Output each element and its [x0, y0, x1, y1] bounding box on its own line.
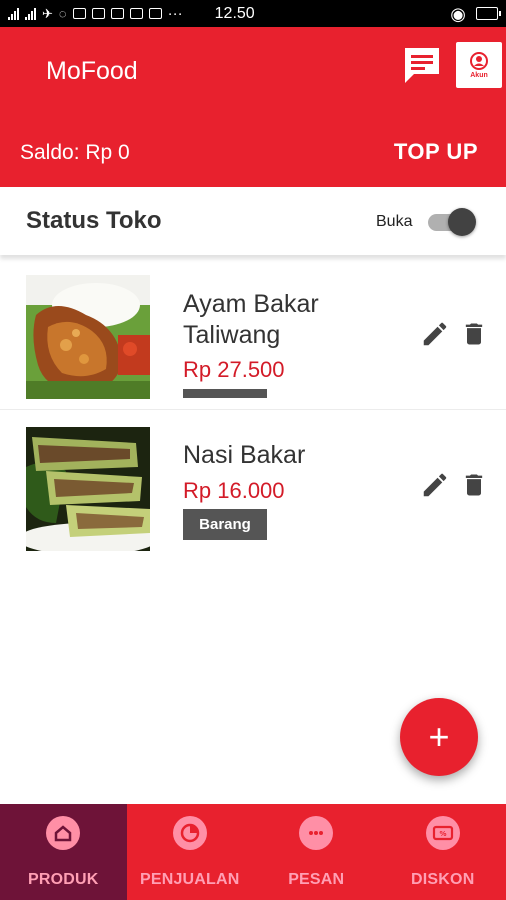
signal-icon-2: [25, 7, 36, 20]
app-bar: MoFood Akun Saldo: Rp 0 TOP UP: [0, 27, 506, 187]
product-name: Nasi Bakar: [183, 441, 306, 469]
nav-item-diskon[interactable]: % DISKON: [380, 804, 506, 900]
product-item: Nasi Bakar Rp 16.000 Barang: [0, 412, 506, 562]
product-name: Ayam Bakar Taliwang: [183, 290, 319, 349]
edit-product-button[interactable]: [420, 319, 450, 349]
product-price: Rp 27.500: [183, 357, 285, 382]
account-icon: [470, 51, 488, 70]
home-icon: [46, 816, 81, 850]
product-image-nasi-bakar[interactable]: [26, 427, 150, 551]
nav-item-pesan[interactable]: PESAN: [253, 804, 380, 900]
product-category-badge: Barang: [183, 509, 267, 540]
trash-icon: [465, 323, 483, 345]
nav-label-penjualan: PENJUALAN: [139, 871, 240, 888]
more-notifications-icon: ···: [167, 5, 183, 22]
product-price: Rp 16.000: [183, 478, 285, 503]
airplane-icon: ✈: [42, 6, 53, 21]
chat-icon: [299, 816, 334, 850]
status-bar: ✈ ◌ ··· 12.50 ◉: [0, 0, 506, 27]
app-title: MoFood: [46, 57, 138, 85]
pencil-icon: [423, 322, 447, 346]
store-status-title: Status Toko: [26, 207, 162, 234]
pie-chart-icon: [172, 816, 207, 850]
mail-icon: [110, 8, 124, 19]
account-button[interactable]: Akun: [456, 42, 502, 88]
message-icon: [405, 48, 439, 83]
product-item: Ayam Bakar Taliwang Rp 27.500: [0, 262, 506, 412]
top-up-button[interactable]: TOP UP: [394, 139, 478, 165]
status-icons-right: ◉: [450, 3, 501, 24]
product-category-badge: [183, 389, 267, 398]
instagram-icon: [72, 8, 86, 19]
signal-icon: [8, 7, 19, 20]
delete-product-button[interactable]: [460, 470, 488, 500]
balance-text: Saldo: Rp 0: [20, 141, 130, 164]
toggle-knob: [448, 208, 476, 236]
gallery-icon: [91, 8, 105, 19]
nav-label-produk: PRODUK: [27, 871, 99, 888]
nav-label-pesan: PESAN: [288, 871, 345, 888]
store-open-toggle[interactable]: [428, 207, 478, 237]
messages-button[interactable]: [402, 45, 442, 85]
nav-item-produk[interactable]: PRODUK: [0, 804, 127, 900]
food-image-chicken: [26, 275, 150, 399]
eye-icon: ◉: [450, 3, 466, 24]
wifi-icon: ◌: [58, 6, 67, 21]
status-icons-left: ✈ ◌ ··· 12.50: [8, 5, 255, 23]
coupon-icon: %: [425, 816, 460, 850]
account-label: Akun: [470, 71, 488, 79]
store-state-label: Buka: [376, 213, 413, 230]
product-image-ayam-bakar[interactable]: [26, 275, 150, 399]
bottom-navigation: PRODUK PENJUALAN PESAN % DISKON: [0, 804, 506, 900]
nav-label-diskon: DISKON: [411, 871, 475, 888]
add-product-button[interactable]: +: [400, 698, 478, 776]
battery-icon: [476, 7, 501, 20]
food-image-rice: [26, 427, 150, 551]
store-status-bar: Status Toko Buka: [0, 187, 506, 255]
edit-product-button[interactable]: [420, 470, 450, 500]
trash-icon: [465, 474, 483, 496]
image-icon: [129, 8, 143, 19]
pencil-icon: [423, 473, 447, 497]
delete-product-button[interactable]: [460, 319, 488, 349]
list-divider: [0, 409, 506, 410]
svg-text:%: %: [439, 830, 446, 838]
nav-item-penjualan[interactable]: PENJUALAN: [127, 804, 254, 900]
clock-time: 12.50: [214, 4, 255, 22]
photo-icon: [148, 8, 162, 19]
